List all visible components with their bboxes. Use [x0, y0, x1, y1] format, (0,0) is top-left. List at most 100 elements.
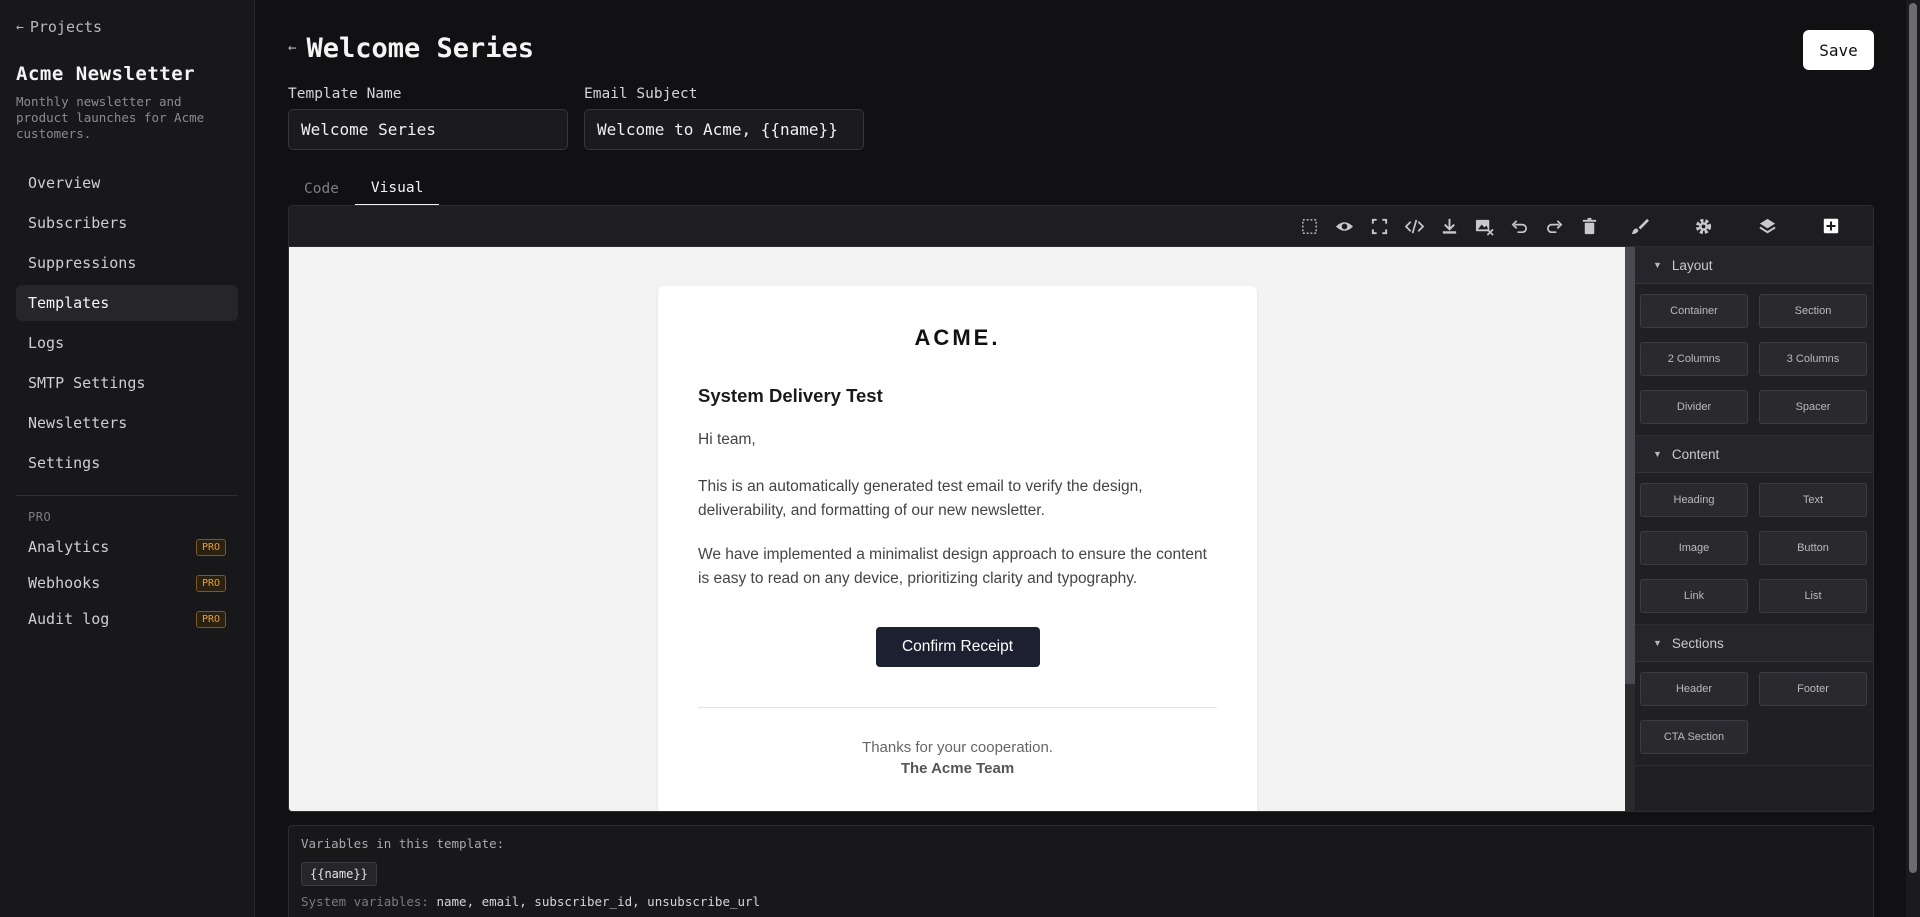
blocks-panel: ▼ Layout Container Section 2 Columns 3 C…: [1635, 247, 1873, 811]
tab-code[interactable]: Code: [288, 172, 355, 206]
variable-chip[interactable]: {{name}}: [301, 862, 377, 886]
trash-icon[interactable]: [1572, 211, 1607, 241]
page-title: Welcome Series: [306, 32, 535, 64]
block-header[interactable]: Header: [1640, 672, 1748, 706]
sidebar-item-suppressions[interactable]: Suppressions: [16, 245, 238, 281]
block-grid-sections: Header Footer CTA Section: [1635, 662, 1873, 766]
block-spacer[interactable]: Spacer: [1759, 390, 1867, 424]
download-icon[interactable]: [1432, 211, 1467, 241]
sidebar-item-label: Analytics: [28, 538, 110, 556]
system-variables: System variables: name, email, subscribe…: [301, 894, 1861, 909]
layers-icon[interactable]: [1735, 211, 1799, 241]
confirm-receipt-button[interactable]: Confirm Receipt: [875, 627, 1040, 667]
page-scrollbar[interactable]: [1906, 0, 1920, 917]
block-grid-layout: Container Section 2 Columns 3 Columns Di…: [1635, 284, 1873, 436]
variables-title: Variables in this template:: [301, 836, 505, 851]
template-name-input[interactable]: Welcome Series: [288, 109, 568, 150]
block-category-label: Sections: [1671, 635, 1724, 651]
block-category-label: Layout: [1671, 257, 1713, 273]
visual-editor: ACME. System Delivery Test Hi team, This…: [288, 205, 1874, 812]
block-container[interactable]: Container: [1640, 294, 1748, 328]
email-paragraph-2: We have implemented a minimalist design …: [698, 546, 1207, 587]
pro-section-heading: PRO: [28, 510, 52, 524]
block-cta-section[interactable]: CTA Section: [1640, 720, 1748, 754]
clear-image-icon[interactable]: [1467, 211, 1502, 241]
block-link[interactable]: Link: [1640, 579, 1748, 613]
sidebar-divider: [16, 495, 238, 496]
tab-visual[interactable]: Visual: [354, 172, 440, 206]
sidebar-item-settings[interactable]: Settings: [16, 445, 238, 481]
email-heading: System Delivery Test: [698, 385, 883, 406]
sidebar-item-newsletters[interactable]: Newsletters: [16, 405, 238, 441]
project-description: Monthly newsletter and product launches …: [16, 94, 205, 141]
block-heading[interactable]: Heading: [1640, 483, 1748, 517]
sidebar-item-analytics[interactable]: Analytics PRO: [16, 530, 238, 564]
block-text[interactable]: Text: [1759, 483, 1867, 517]
save-button[interactable]: Save: [1803, 30, 1874, 70]
canvas-scrollbar[interactable]: [1625, 247, 1635, 811]
code-icon[interactable]: [1397, 211, 1432, 241]
style-manager-brush-icon[interactable]: [1607, 211, 1671, 241]
editor-toolbar: [289, 206, 1873, 247]
sidebar-item-webhooks[interactable]: Webhooks PRO: [16, 566, 238, 600]
select-outline-icon[interactable]: [1292, 211, 1327, 241]
sidebar-item-label: SMTP Settings: [28, 374, 146, 392]
caret-down-icon: ▼: [1653, 638, 1662, 648]
block-image[interactable]: Image: [1640, 531, 1748, 565]
sidebar: ← Projects Acme Newsletter Monthly newsl…: [0, 0, 255, 917]
email-paragraph-1: This is an automatically generated test …: [698, 478, 1143, 519]
redo-icon[interactable]: [1537, 211, 1572, 241]
back-to-projects-label: Projects: [29, 18, 103, 36]
email-canvas[interactable]: ACME. System Delivery Test Hi team, This…: [289, 247, 1625, 811]
page-scrollbar-thumb[interactable]: [1909, 3, 1917, 873]
sidebar-item-label: Newsletters: [28, 414, 128, 432]
settings-gear-icon[interactable]: [1671, 211, 1735, 241]
block-category-sections[interactable]: ▼ Sections: [1635, 625, 1873, 662]
back-arrow-icon[interactable]: ←: [288, 40, 296, 56]
block-section[interactable]: Section: [1759, 294, 1867, 328]
sidebar-item-logs[interactable]: Logs: [16, 325, 238, 361]
block-3-columns[interactable]: 3 Columns: [1759, 342, 1867, 376]
block-list[interactable]: List: [1759, 579, 1867, 613]
block-2-columns[interactable]: 2 Columns: [1640, 342, 1748, 376]
block-category-layout[interactable]: ▼ Layout: [1635, 247, 1873, 284]
block-divider[interactable]: Divider: [1640, 390, 1748, 424]
email-subject-label: Email Subject: [584, 86, 698, 102]
main-content: ← Welcome Series Save Template Name Welc…: [255, 0, 1920, 917]
template-name-label: Template Name: [288, 86, 402, 102]
app-root: ← Projects Acme Newsletter Monthly newsl…: [0, 0, 1920, 917]
block-button[interactable]: Button: [1759, 531, 1867, 565]
undo-icon[interactable]: [1502, 211, 1537, 241]
sidebar-item-label: Webhooks: [28, 574, 101, 592]
template-fields: Template Name Welcome Series Email Subje…: [288, 86, 864, 150]
caret-down-icon: ▼: [1653, 260, 1662, 270]
system-variables-label: System variables:: [301, 894, 429, 909]
sidebar-item-audit-log[interactable]: Audit log PRO: [16, 602, 238, 636]
email-thanks: Thanks for your cooperation.: [862, 739, 1053, 756]
sidebar-item-smtp-settings[interactable]: SMTP Settings: [16, 365, 238, 401]
sidebar-item-label: Settings: [28, 454, 101, 472]
pro-badge: PRO: [195, 574, 226, 592]
add-block-icon[interactable]: [1799, 211, 1863, 241]
sidebar-item-subscribers[interactable]: Subscribers: [16, 205, 238, 241]
sidebar-item-label: Suppressions: [28, 254, 137, 272]
block-category-content[interactable]: ▼ Content: [1635, 436, 1873, 473]
email-subject-input[interactable]: Welcome to Acme, {{name}}: [584, 109, 864, 150]
sidebar-item-label: Overview: [28, 174, 101, 192]
sidebar-item-overview[interactable]: Overview: [16, 165, 238, 201]
block-footer[interactable]: Footer: [1759, 672, 1867, 706]
block-grid-content: Heading Text Image Button Link List: [1635, 473, 1873, 625]
email-signature: The Acme Team: [900, 760, 1015, 777]
canvas-scrollbar-thumb[interactable]: [1625, 247, 1635, 684]
sidebar-item-label: Subscribers: [28, 214, 128, 232]
email-logo: ACME.: [914, 325, 1001, 350]
email-greeting: Hi team,: [698, 431, 756, 448]
preview-eye-icon[interactable]: [1327, 211, 1362, 241]
fullscreen-icon[interactable]: [1362, 211, 1397, 241]
back-to-projects-link[interactable]: ← Projects: [16, 18, 238, 36]
sidebar-item-templates[interactable]: Templates: [16, 285, 238, 321]
pro-badge: PRO: [195, 610, 226, 628]
sidebar-item-label: Logs: [28, 334, 65, 352]
email-preview-card: ACME. System Delivery Test Hi team, This…: [658, 286, 1257, 811]
template-variables-panel: Variables in this template: {{name}} Sys…: [288, 825, 1874, 917]
